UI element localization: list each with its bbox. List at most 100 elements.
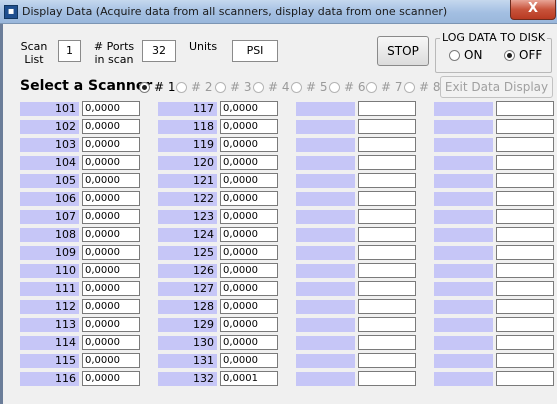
scanner-radio-4[interactable]: # 4 (253, 80, 290, 94)
pressure-value-field[interactable] (358, 101, 416, 116)
pressure-value-field[interactable]: 0,0000 (82, 317, 140, 332)
port-number-cell: 110 (20, 264, 79, 278)
ports-field[interactable]: 32 (142, 40, 176, 62)
pressure-value-field[interactable]: 0,0000 (220, 335, 278, 350)
port-number-cell (296, 354, 355, 368)
pressure-value-field[interactable]: 0,0000 (220, 263, 278, 278)
close-button[interactable]: X (510, 0, 556, 20)
scanner-radio-8[interactable]: # 8 (404, 80, 441, 94)
pressure-value-field[interactable] (496, 119, 554, 134)
pressure-value-field[interactable] (496, 335, 554, 350)
pressure-value-field[interactable]: 0,0000 (82, 119, 140, 134)
port-number-cell (434, 138, 493, 152)
port-number-cell: 131 (158, 354, 217, 368)
log-off-radio[interactable]: OFF (504, 48, 542, 62)
pressure-value-field[interactable]: 0,0000 (82, 191, 140, 206)
pressure-value-field[interactable] (496, 281, 554, 296)
pressure-value-field[interactable] (358, 173, 416, 188)
pressure-value-field[interactable] (496, 227, 554, 242)
pressure-value-field[interactable]: 0,0000 (82, 281, 140, 296)
port-number-cell: 129 (158, 318, 217, 332)
pressure-value-field[interactable]: 0,0000 (82, 353, 140, 368)
pressure-value-field[interactable] (358, 371, 416, 386)
pressure-value-field[interactable] (496, 191, 554, 206)
port-number-cell (296, 300, 355, 314)
pressure-value-field[interactable] (358, 317, 416, 332)
scanner-radio-label: # 2 (191, 80, 213, 94)
pressure-value-field[interactable]: 0,0000 (82, 371, 140, 386)
log-on-radio[interactable]: ON (449, 48, 482, 62)
port-number-cell (296, 318, 355, 332)
pressure-value-field[interactable]: 0,0000 (82, 227, 140, 242)
port-number-cell: 115 (20, 354, 79, 368)
port-number-cell: 103 (20, 138, 79, 152)
pressure-value-field[interactable] (496, 101, 554, 116)
pressure-value-field[interactable] (358, 137, 416, 152)
pressure-value-field[interactable] (358, 353, 416, 368)
scanner-radio-6[interactable]: # 6 (329, 80, 366, 94)
pressure-value-field[interactable] (358, 191, 416, 206)
pressure-value-field[interactable]: 0,0000 (220, 227, 278, 242)
scanner-radio-2[interactable]: # 2 (176, 80, 213, 94)
stop-button[interactable]: STOP (377, 36, 429, 66)
port-number-cell: 119 (158, 138, 217, 152)
pressure-value-field[interactable]: 0,0000 (220, 101, 278, 116)
exit-data-display-button[interactable]: Exit Data Display (440, 76, 553, 98)
pressure-value-field[interactable] (496, 137, 554, 152)
pressure-value-field[interactable] (496, 209, 554, 224)
pressure-value-field[interactable]: 0,0001 (220, 371, 278, 386)
scanner-radio-1[interactable]: # 1 (139, 80, 176, 94)
pressure-value-field[interactable]: 0,0000 (220, 173, 278, 188)
pressure-value-field[interactable] (496, 155, 554, 170)
pressure-value-field[interactable]: 0,0000 (220, 281, 278, 296)
pressure-value-field[interactable]: 0,0000 (82, 173, 140, 188)
pressure-value-field[interactable]: 0,0000 (220, 317, 278, 332)
pressure-value-field[interactable] (358, 119, 416, 134)
scanner-radio-label: # 6 (344, 80, 366, 94)
pressure-value-field[interactable] (358, 335, 416, 350)
pressure-value-field[interactable] (496, 371, 554, 386)
title-bar[interactable]: ▪ Display Data (Acquire data from all sc… (0, 0, 557, 24)
pressure-value-field[interactable]: 0,0000 (82, 209, 140, 224)
pressure-value-field[interactable]: 0,0000 (82, 335, 140, 350)
scan-list-field[interactable]: 1 (58, 40, 81, 62)
pressure-value-field[interactable]: 0,0000 (220, 191, 278, 206)
pressure-value-field[interactable]: 0,0000 (82, 263, 140, 278)
pressure-value-field[interactable]: 0,0000 (82, 101, 140, 116)
log-off-label: OFF (519, 48, 543, 62)
pressure-value-field[interactable]: 0,0000 (82, 155, 140, 170)
scanner-radio-3[interactable]: # 3 (215, 80, 252, 94)
port-number-cell (296, 282, 355, 296)
pressure-value-field[interactable] (358, 263, 416, 278)
port-number-cell (434, 210, 493, 224)
pressure-value-field[interactable]: 0,0000 (82, 245, 140, 260)
pressure-value-field[interactable] (496, 173, 554, 188)
pressure-value-field[interactable] (496, 353, 554, 368)
pressure-value-field[interactable]: 0,0000 (220, 353, 278, 368)
scanner-radio-5[interactable]: # 5 (291, 80, 328, 94)
port-number-cell (434, 246, 493, 260)
scanner-radio-7[interactable]: # 7 (366, 80, 403, 94)
pressure-value-field[interactable] (358, 155, 416, 170)
pressure-value-field[interactable]: 0,0000 (220, 137, 278, 152)
pressure-value-field[interactable] (358, 245, 416, 260)
pressure-value-field[interactable]: 0,0000 (220, 209, 278, 224)
pressure-value-field[interactable] (496, 299, 554, 314)
radio-circle-icon (215, 81, 226, 93)
pressure-value-field[interactable]: 0,0000 (220, 119, 278, 134)
pressure-value-field[interactable] (496, 245, 554, 260)
scan-list-label-line1: Scan (20, 40, 48, 53)
pressure-value-field[interactable]: 0,0000 (82, 137, 140, 152)
pressure-value-field[interactable] (496, 317, 554, 332)
pressure-value-field[interactable]: 0,0000 (220, 155, 278, 170)
pressure-value-field[interactable] (358, 209, 416, 224)
pressure-value-field[interactable] (358, 227, 416, 242)
pressure-value-field[interactable] (496, 263, 554, 278)
pressure-value-field[interactable]: 0,0000 (220, 299, 278, 314)
pressure-value-field[interactable] (358, 299, 416, 314)
pressure-value-field[interactable]: 0,0000 (220, 245, 278, 260)
units-field[interactable]: PSI (232, 40, 278, 62)
pressure-value-field[interactable]: 0,0000 (82, 299, 140, 314)
pressure-value-field[interactable] (358, 281, 416, 296)
port-number-cell (434, 282, 493, 296)
